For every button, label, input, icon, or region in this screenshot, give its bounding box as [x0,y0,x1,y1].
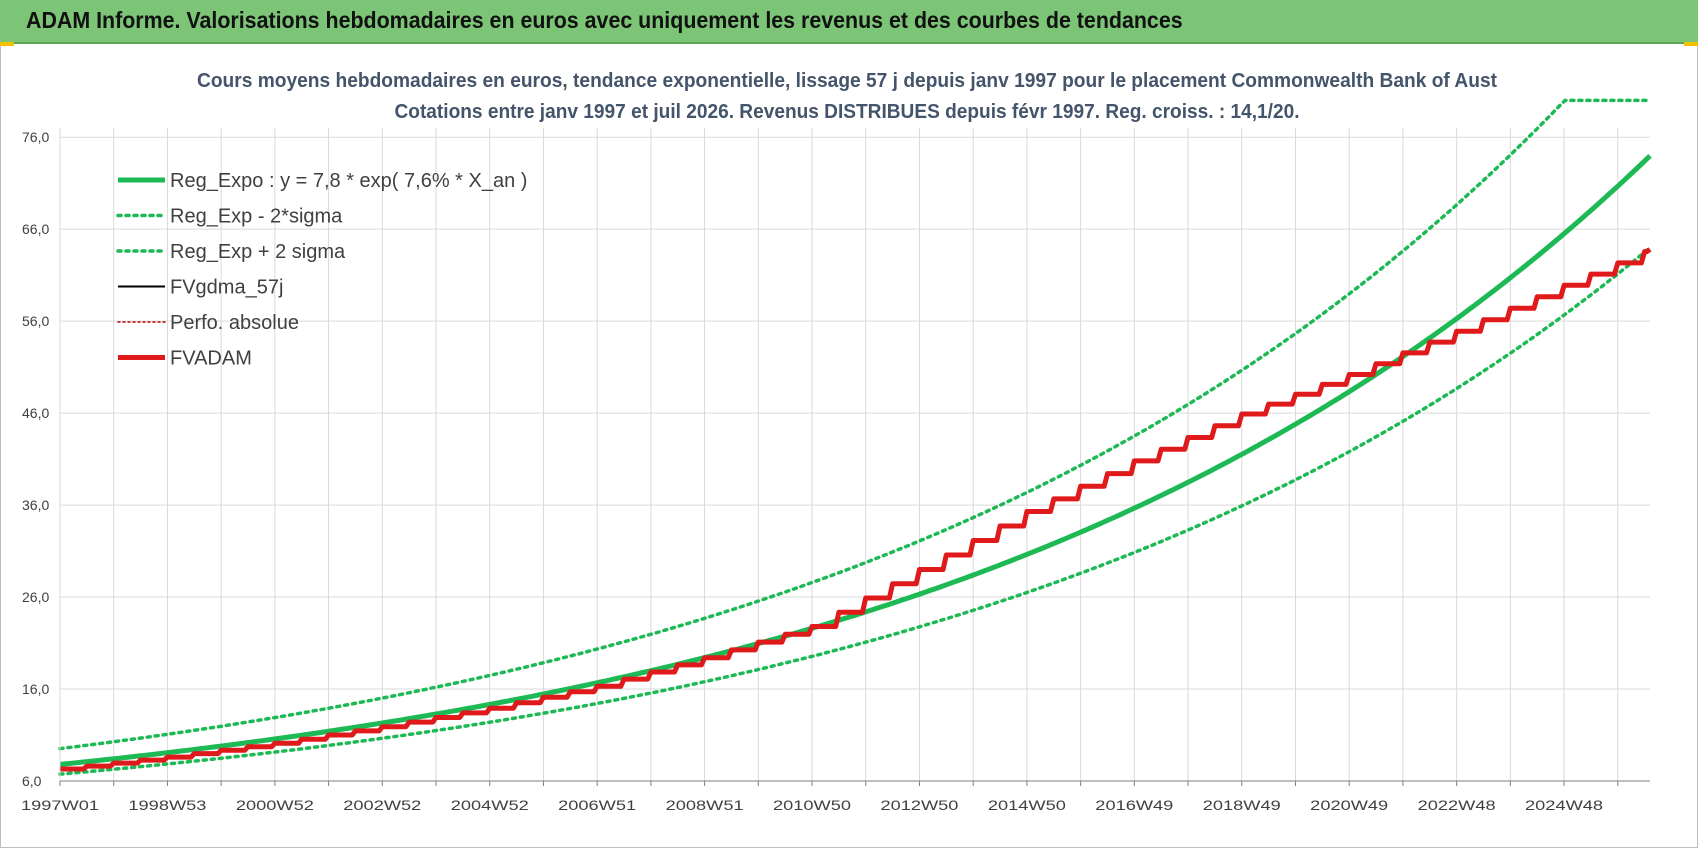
y-tick-label: 26,0 [22,589,49,605]
x-tick-label: 2000W52 [236,797,314,813]
header-bar: ADAM Informe. Valorisations hebdomadaire… [0,0,1698,44]
header-title: ADAM Informe. Valorisations hebdomadaire… [26,7,1183,33]
x-tick-label: 2010W50 [773,797,851,813]
x-tick-label: 2012W50 [880,797,958,813]
legend-label: Perfo. absolue [170,312,299,334]
legend-label: Reg_Exp - 2*sigma [170,206,343,228]
legend-label: Reg_Exp + 2 sigma [170,241,346,263]
y-tick-label: 36,0 [22,497,49,513]
axes: 76,0 66,0 56,0 46,0 36,0 26,0 16,0 6,0 1997W01 19… [21,128,1650,813]
x-tick-label: 2002W52 [343,797,421,813]
x-tick-label: 1997W01 [21,797,99,813]
x-tick-label: 2014W50 [988,797,1066,813]
x-tick-label: 2020W49 [1310,797,1388,813]
series-line-3 [58,98,1652,751]
y-tick-label: 76,0 [22,129,49,145]
chart-title-line1: Cours moyens hebdomadaires en euros, ten… [197,70,1497,92]
chart: 76,0 66,0 56,0 46,0 36,0 26,0 16,0 6,0 1997W01 19… [21,70,1652,813]
y-tick-label: 46,0 [22,405,49,421]
legend: Reg_Expo : y = 7,8 * exp( 7,6% * X_an ) R… [116,170,527,370]
y-tick-label: 66,0 [22,221,49,237]
legend-label: FVgdma_57j [170,277,283,299]
x-tick-label: 2008W51 [666,797,744,813]
x-tick-label: 2016W49 [1095,797,1173,813]
x-tick-label: 2004W52 [451,797,529,813]
series-layer [58,98,1652,776]
x-tick-label: 2006W51 [558,797,636,813]
y-tick-label: 6,0 [22,773,42,789]
legend-label: Reg_Expo : y = 7,8 * exp( 7,6% * X_an ) [170,170,527,192]
x-tick-label: 1998W53 [128,797,206,813]
legend-label: FVADAM [170,348,252,370]
chart-title-line2: Cotations entre janv 1997 et juil 2026. … [395,101,1300,123]
x-tick-label: 2024W48 [1525,797,1603,813]
y-tick-label: 56,0 [22,313,49,329]
x-tick-label: 2018W49 [1203,797,1281,813]
y-tick-label: 16,0 [22,681,49,697]
x-tick-label: 2022W48 [1418,797,1496,813]
